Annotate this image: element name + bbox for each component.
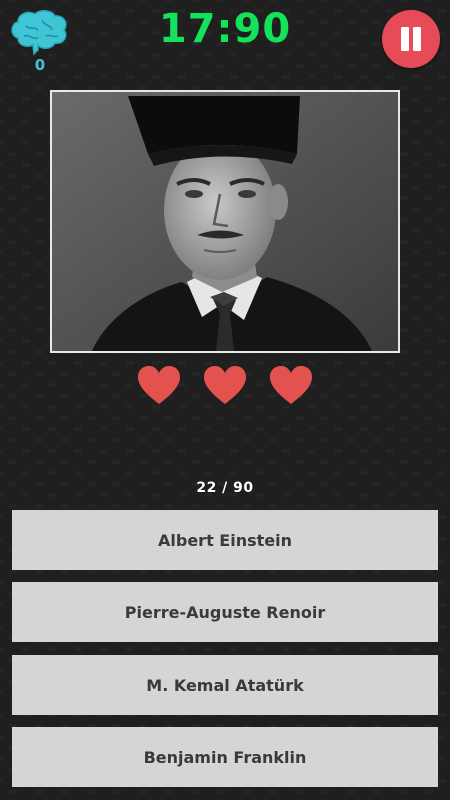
lives-indicator [0,364,450,406]
question-progress: 22 / 90 [196,480,254,496]
score-counter: 0 [34,56,46,74]
heart-icon [138,366,180,404]
heart-icon [204,366,246,404]
question-photo [50,90,400,353]
answer-button[interactable]: Pierre-Auguste Renoir [12,582,438,642]
pause-icon [401,27,409,51]
answer-button[interactable]: M. Kemal Atatürk [12,655,438,715]
pause-button[interactable] [382,10,440,68]
heart-icon [270,366,312,404]
portrait-image [52,92,398,351]
answer-button[interactable]: Albert Einstein [12,510,438,570]
answer-button[interactable]: Benjamin Franklin [12,727,438,787]
